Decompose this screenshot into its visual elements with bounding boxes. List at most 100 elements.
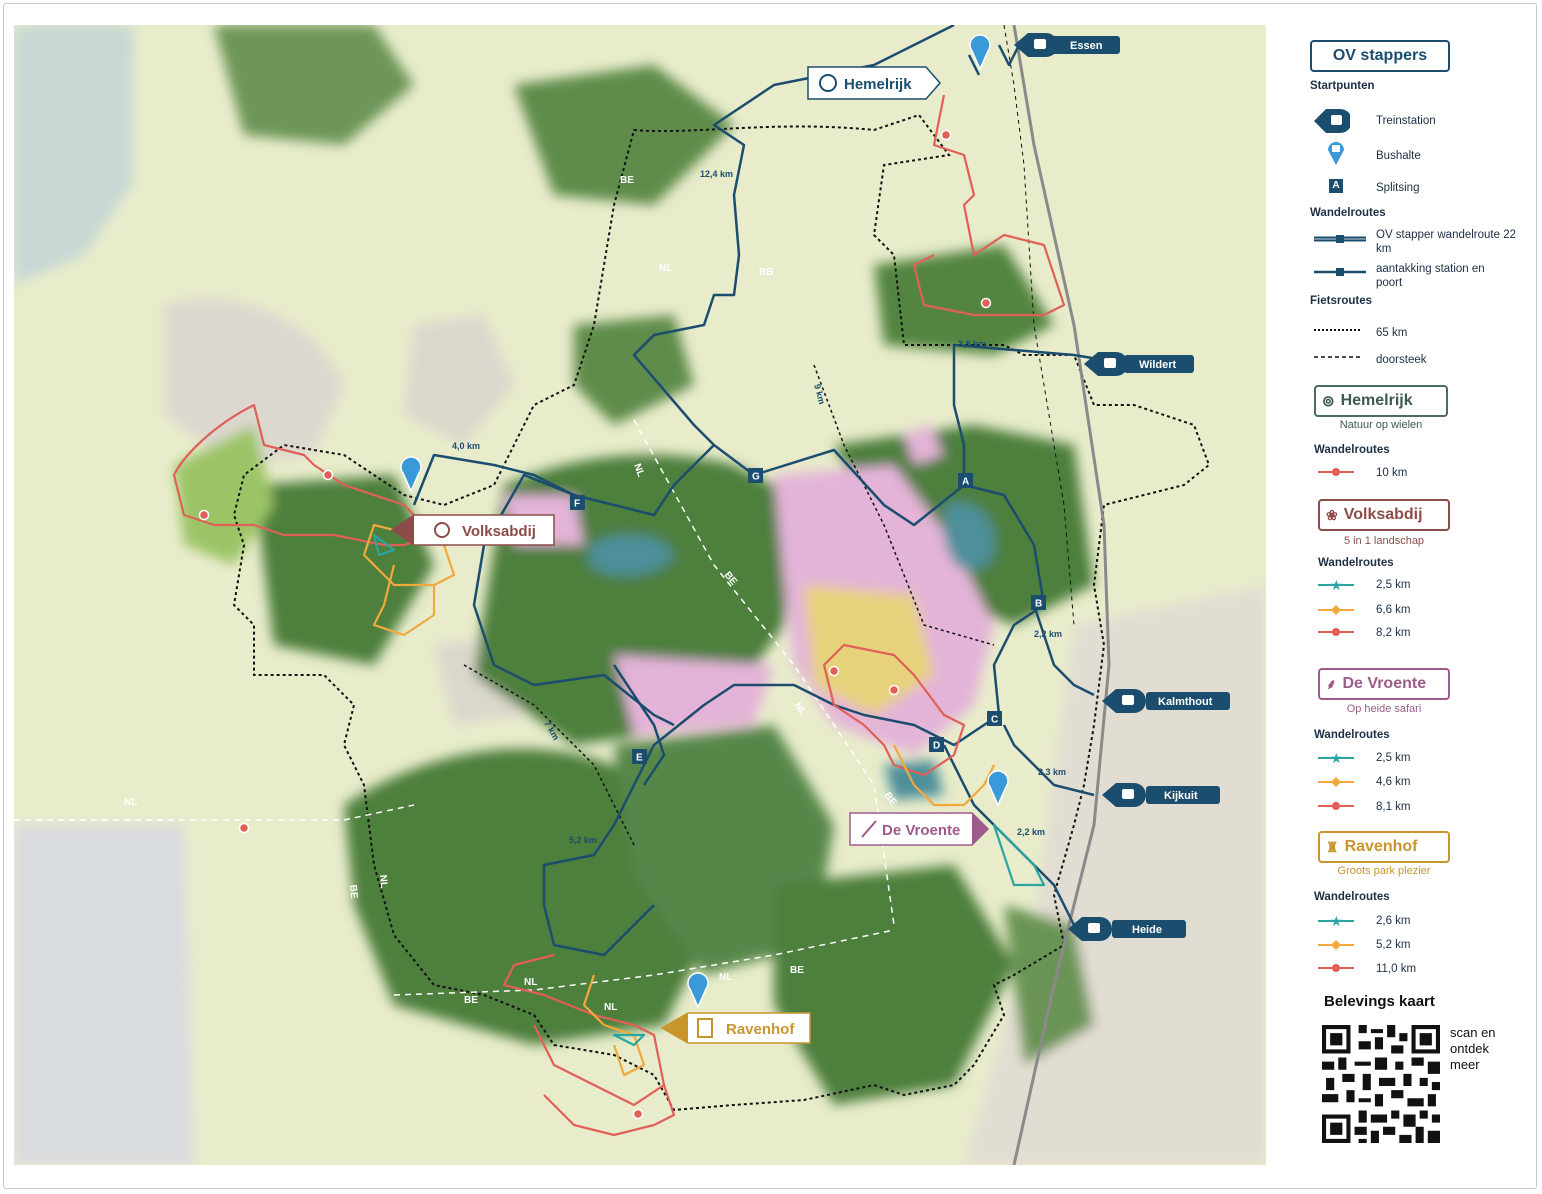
- legend-volksabdij-badge: ❀ Volksabdij: [1318, 499, 1450, 531]
- svg-text:C: C: [991, 715, 998, 726]
- svg-text:2,2 km: 2,2 km: [1017, 827, 1045, 837]
- svg-text:BE: BE: [620, 175, 634, 186]
- legend-ravenhof-52: 5,2 km: [1376, 939, 1411, 951]
- belevings-kaart-title: Belevings kaart: [1324, 993, 1435, 1010]
- volksabdij-routes-heading: Wandelroutes: [1318, 557, 1394, 569]
- legend-ravenhof-sub: Groots park plezier: [1337, 865, 1431, 877]
- orange-route-icon: [1318, 605, 1354, 615]
- legend-vroente-badge: ⸙ De Vroente: [1318, 668, 1450, 700]
- legend-ravenhof-badge: ♜ Ravenhof: [1318, 831, 1450, 863]
- svg-text:F: F: [574, 499, 580, 510]
- legend-volksabdij-82: 8,2 km: [1376, 627, 1411, 639]
- svg-text:Kalmthout: Kalmthout: [1158, 696, 1213, 708]
- legend-volksabdij-25: 2,5 km: [1376, 579, 1411, 591]
- scan-line-2: ontdek: [1450, 1041, 1490, 1056]
- legend-hemelrijk-10: 10 km: [1376, 467, 1408, 479]
- qr-code[interactable]: [1322, 1025, 1440, 1143]
- svg-text:E: E: [636, 753, 643, 764]
- legend-title: OV stappers: [1310, 40, 1450, 72]
- train-station-icon: [1314, 109, 1350, 133]
- cycle-route-65-icon: [1314, 329, 1360, 331]
- gate-volksabdij[interactable]: Volksabdij: [390, 514, 555, 546]
- legend-bushalte: Bushalte: [1376, 150, 1421, 162]
- legend-vroente-name: De Vroente: [1342, 675, 1427, 692]
- svg-text:★: ★: [1330, 579, 1343, 591]
- svg-text:NL: NL: [377, 874, 389, 888]
- legend-fiets-65: 65 km: [1376, 327, 1408, 339]
- gate-hemelrijk[interactable]: Hemelrijk: [807, 66, 941, 100]
- legend-ravenhof-110: 11,0 km: [1376, 963, 1417, 975]
- legend-vroente-46: 4,6 km: [1376, 776, 1411, 788]
- wandelroutes-heading: Wandelroutes: [1310, 207, 1386, 219]
- svg-text:5,2 km: 5,2 km: [569, 835, 597, 845]
- svg-text:G: G: [752, 472, 760, 483]
- svg-text:B: B: [1035, 599, 1042, 610]
- svg-text:Kijkuit: Kijkuit: [1164, 790, 1198, 802]
- svg-text:BE: BE: [347, 884, 359, 899]
- gate-de-vroente[interactable]: De Vroente: [849, 812, 990, 846]
- station-essen[interactable]: Essen: [1014, 33, 1120, 57]
- svg-text:BE: BE: [464, 995, 478, 1006]
- red-route-icon: [1318, 964, 1354, 972]
- svg-text:A: A: [962, 477, 969, 488]
- grass-icon: ⸙: [1326, 675, 1337, 692]
- legend-splitsing: Splitsing: [1376, 182, 1420, 194]
- legend-doorsteek: doorsteek: [1376, 354, 1427, 366]
- teal-route-icon: ★: [1318, 579, 1354, 591]
- legend-volksabdij-66: 6,6 km: [1376, 604, 1411, 616]
- station-wildert[interactable]: Wildert: [1084, 352, 1194, 376]
- legend-hemelrijk-name: Hemelrijk: [1340, 392, 1413, 409]
- station-kijkuit[interactable]: Kijkuit: [1102, 783, 1220, 807]
- legend-ov-route: OV stapper wandelroute 22 km: [1376, 229, 1517, 255]
- red-route-icon: [1318, 802, 1354, 810]
- legend-ravenhof-name: Ravenhof: [1344, 838, 1418, 855]
- svg-text:BE: BE: [790, 965, 804, 976]
- svg-text:12,4 km: 12,4 km: [700, 169, 733, 179]
- legend-volksabdij-sub: 5 in 1 landschap: [1343, 535, 1425, 547]
- svg-text:Hemelrijk: Hemelrijk: [844, 76, 912, 93]
- svg-text:NL: NL: [659, 263, 672, 274]
- svg-text:Volksabdij: Volksabdij: [462, 523, 536, 540]
- castle-icon: ♜: [1326, 838, 1339, 855]
- station-kalmthout[interactable]: Kalmthout: [1102, 689, 1230, 713]
- bike-wheels-icon: ⊚: [1322, 393, 1335, 410]
- map-canvas[interactable]: A B C D E F G 12,4 km 3,8 km 4,0 km 9 km…: [14, 25, 1266, 1165]
- legend-volksabdij-name: Volksabdij: [1343, 506, 1423, 523]
- legend-vroente-81: 8,1 km: [1376, 801, 1411, 813]
- branch-line-icon: [1314, 268, 1366, 276]
- bus-stop-icon: [1328, 142, 1344, 165]
- split-icon: A: [1329, 179, 1343, 193]
- svg-text:NL: NL: [719, 972, 732, 983]
- svg-text:4,0 km: 4,0 km: [452, 441, 480, 451]
- hemelrijk-routes-heading: Wandelroutes: [1314, 444, 1390, 456]
- teal-route-icon: ★: [1318, 915, 1354, 927]
- legend-hemelrijk-badge: ⊚ Hemelrijk: [1314, 385, 1448, 417]
- scan-line-1: scan en: [1450, 1025, 1496, 1040]
- flower-icon: ❀: [1326, 506, 1338, 523]
- scan-line-3: meer: [1450, 1057, 1480, 1072]
- station-heide[interactable]: Heide: [1068, 917, 1186, 941]
- svg-text:NL: NL: [604, 1002, 617, 1013]
- svg-text:Heide: Heide: [1132, 924, 1162, 936]
- scan-text: scan en ontdek meer: [1450, 1025, 1496, 1073]
- gate-ravenhof[interactable]: Ravenhof: [660, 1012, 811, 1044]
- red-route-icon: [1318, 468, 1354, 476]
- svg-text:★: ★: [1330, 915, 1343, 927]
- legend-vroente-sub: Op heide safari: [1346, 703, 1422, 715]
- cycle-shortcut-icon: [1314, 356, 1360, 358]
- startpunten-heading: Startpunten: [1310, 80, 1375, 92]
- red-route-icon: [1318, 628, 1354, 636]
- teal-route-icon: ★: [1318, 752, 1354, 764]
- fietsroutes-heading: Fietsroutes: [1310, 295, 1372, 307]
- legend-aantakking: aantakking station en poort: [1376, 263, 1485, 289]
- orange-route-icon: [1318, 940, 1354, 950]
- svg-text:Wildert: Wildert: [1139, 359, 1177, 371]
- legend-hemelrijk-sub: Natuur op wielen: [1339, 419, 1423, 431]
- ov-route-line-icon: [1314, 235, 1366, 243]
- svg-text:De Vroente: De Vroente: [882, 822, 960, 839]
- ravenhof-routes-heading: Wandelroutes: [1314, 891, 1390, 903]
- svg-text:D: D: [933, 741, 940, 752]
- svg-text:Ravenhof: Ravenhof: [726, 1021, 795, 1038]
- map-area[interactable]: A B C D E F G 12,4 km 3,8 km 4,0 km 9 km…: [14, 25, 1266, 1165]
- orange-route-icon: [1318, 777, 1354, 787]
